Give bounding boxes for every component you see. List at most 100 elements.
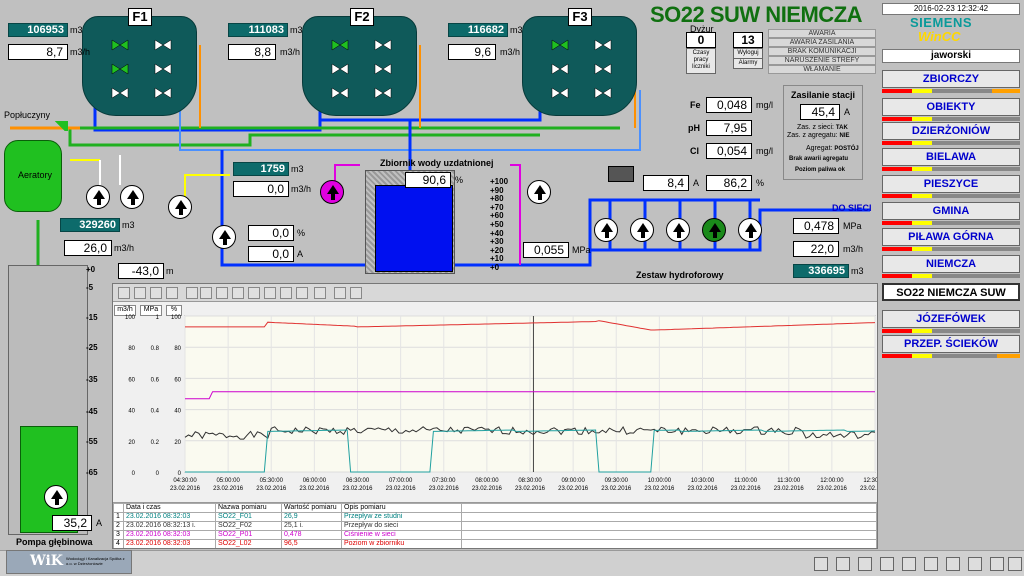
move-icon[interactable] — [248, 287, 260, 299]
trend-x-tick-date: 23.02.2016 — [472, 486, 503, 492]
nav-przep-sciekow[interactable]: PRZEP. ŚCIEKÓW — [882, 335, 1020, 353]
trend-y-tick: 0 — [132, 471, 136, 477]
well-pump-unit: A — [96, 518, 103, 528]
trend-x-tick-time: 07:30:00 — [432, 478, 456, 484]
hydro-pump-2[interactable] — [630, 218, 654, 242]
table-row[interactable]: 3 23.02.2016 08:32:03 SO22_P01 0,478 Ciśnien… — [113, 530, 877, 540]
row-desc: Ciśnienie w sieci — [341, 530, 462, 540]
table-row[interactable]: 1 23.02.2016 08:32:03 SO22_F01 26,9 Przepływ… — [113, 512, 877, 522]
pump-reservoir-magenta[interactable] — [320, 180, 344, 204]
trend-chart[interactable]: 100 1 10080 0.8 8060 0.6 6040 0.4 4020 0.2 200 0 004… — [113, 304, 877, 498]
nav-niemcza[interactable]: NIEMCZA — [882, 255, 1020, 273]
trend-x-tick-time: 09:00:00 — [561, 478, 585, 484]
reservoir-level-unit: % — [455, 175, 464, 185]
row-value: 0,478 — [281, 530, 342, 540]
trend-first-icon[interactable] — [118, 287, 130, 299]
row-name: SO22_L02 — [215, 539, 282, 548]
nav-jozefowek[interactable]: JÓZEFÓWEK — [882, 310, 1020, 328]
ph-label: pH — [688, 123, 700, 133]
print-icon[interactable] — [334, 287, 346, 299]
filter-f2-counter: 111083 — [228, 23, 288, 37]
pump-blower-2[interactable] — [212, 225, 236, 249]
cl-value: 0,054 — [706, 143, 752, 159]
trend-x-tick-time: 11:30:00 — [777, 478, 801, 484]
nav-bielawa[interactable]: BIELAWA — [882, 148, 1020, 166]
alarms-button[interactable]: Alarmy — [733, 58, 763, 69]
nav-jozefowek-status — [882, 329, 1020, 333]
nav-zbiorczy[interactable]: ZBIORCZY — [882, 70, 1020, 88]
pump-reservoir-out[interactable] — [527, 180, 551, 204]
trend-x-tick-date: 23.02.2016 — [601, 486, 632, 492]
table-icon[interactable] — [296, 287, 308, 299]
nav-gmina[interactable]: GMINA — [882, 202, 1020, 220]
stop-icon[interactable] — [314, 287, 326, 299]
trend-x-tick-date: 23.02.2016 — [386, 486, 417, 492]
nav-przep-sciekow-status — [882, 354, 1020, 358]
taskbar-icon-7[interactable] — [946, 557, 960, 571]
power-line4: Brak awarii agregatu — [789, 156, 849, 162]
export-icon[interactable] — [350, 287, 362, 299]
power-line2: Zas. z agregatu: NIE — [787, 132, 850, 139]
logo-text: WiK — [30, 553, 63, 569]
trend-x-tick-time: 05:30:00 — [260, 478, 284, 484]
pump-aerator-2[interactable] — [120, 185, 144, 209]
well-scale-tick: -5 — [86, 283, 94, 292]
alarm-brak-komunikacji: BRAK KOMUNIKACJI — [768, 47, 876, 56]
trend-last-icon[interactable] — [166, 287, 178, 299]
well-scale-tick: -45 — [86, 407, 98, 416]
zoom-out-icon[interactable] — [200, 287, 212, 299]
ruler-icon[interactable] — [264, 287, 276, 299]
zoom-area-icon[interactable] — [216, 287, 228, 299]
pump-blower[interactable] — [168, 195, 192, 219]
taskbar-icon-4[interactable] — [880, 557, 894, 571]
taskbar-icon-3[interactable] — [858, 557, 872, 571]
zoom-in-icon[interactable] — [186, 287, 198, 299]
nav-dzierzoniow[interactable]: DZIERŻONIÓW — [882, 122, 1020, 140]
filter-f1-counter-unit: m3 — [70, 25, 83, 35]
alarm-awaria: AWARIA — [768, 29, 876, 38]
hydro-arrow-icon[interactable] — [608, 166, 634, 182]
row-desc: Przepływ ze studni — [341, 512, 462, 522]
row-index: 3 — [113, 530, 124, 540]
hydro-pump-4[interactable] — [702, 218, 726, 242]
user-name[interactable]: jaworski — [882, 49, 1020, 63]
taskbar-icon-2[interactable] — [836, 557, 850, 571]
nav-obiekty[interactable]: OBIEKTY — [882, 98, 1020, 116]
taskbar-icon-5[interactable] — [902, 557, 916, 571]
table-row[interactable]: 4 23.02.2016 08:32:03 SO22_L02 96,5 Poziom w… — [113, 539, 877, 548]
trend-x-tick-date: 23.02.2016 — [170, 486, 201, 492]
trend-prev-icon[interactable] — [134, 287, 146, 299]
zoom-x-icon[interactable] — [232, 287, 244, 299]
hydro-pump-3[interactable] — [666, 218, 690, 242]
trend-next-icon[interactable] — [150, 287, 162, 299]
nav-pilawa-gorna[interactable]: PIŁAWA GÓRNA — [882, 228, 1020, 246]
well-pump[interactable] — [44, 485, 68, 509]
wincc-logo: WinCC — [918, 29, 961, 44]
nav-pieszyce-status — [882, 194, 1020, 198]
clock-icon[interactable] — [280, 287, 292, 299]
taskbar-icon-6[interactable] — [924, 557, 938, 571]
duty-button[interactable]: Czasy pracy liczniki — [686, 48, 716, 74]
nav-so22-niemcza-suw[interactable]: SO22 NIEMCZA SUW — [882, 283, 1020, 301]
page-title: SO22 SUW NIEMCZA — [650, 2, 863, 27]
taskbar-icon-10[interactable] — [1008, 557, 1022, 571]
table-row[interactable]: 2 23.02.2016 08:32:13 i. SO22_F02 25,1 i. Pr… — [113, 521, 877, 531]
taskbar-icon-8[interactable] — [968, 557, 982, 571]
col-index — [113, 503, 124, 513]
trend-y-tick2: 0.8 — [151, 346, 160, 352]
hydro-title: Zestaw hydroforowy — [636, 270, 724, 280]
nav-pieszyce[interactable]: PIESZYCE — [882, 175, 1020, 193]
filter-f3-counter: 116682 — [448, 23, 508, 37]
trend-y-tick3: 60 — [174, 377, 181, 383]
taskbar-icon-9[interactable] — [990, 557, 1004, 571]
pump-aerator-1[interactable] — [86, 185, 110, 209]
row-date: 23.02.2016 08:32:13 i. — [123, 521, 216, 531]
power-line2-label: Zas. z agregatu: — [787, 132, 838, 139]
row-index: 1 — [113, 512, 124, 522]
taskbar-icon-1[interactable] — [814, 557, 828, 571]
popluczyny-label: Popłuczyny — [4, 110, 51, 120]
hydro-pump-1[interactable] — [594, 218, 618, 242]
valve-popluczyny-icon[interactable] — [52, 121, 68, 131]
row-value: 25,1 i. — [281, 521, 342, 531]
hydro-pump-5[interactable] — [738, 218, 762, 242]
